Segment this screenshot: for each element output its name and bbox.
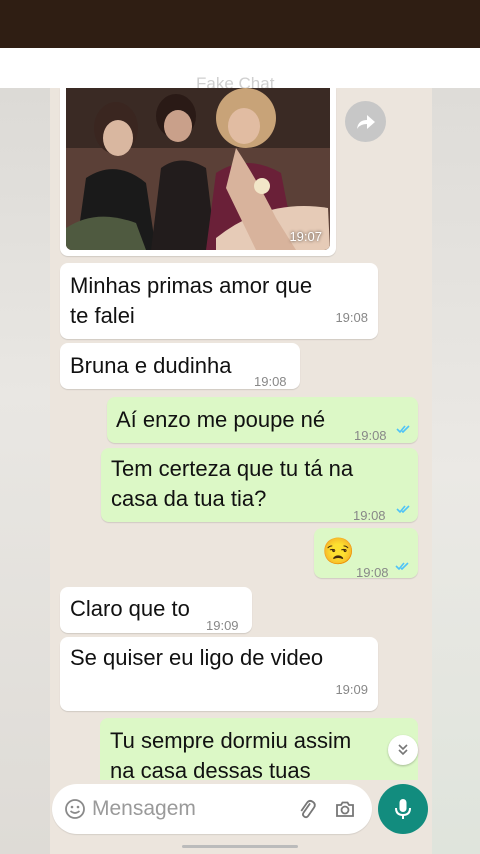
status-bar xyxy=(0,0,480,48)
message-text: Claro que to xyxy=(70,596,190,621)
forward-icon xyxy=(356,114,375,129)
message-time: 19:08 xyxy=(353,508,386,523)
message-outgoing[interactable]: Aí enzo me poupe né 19:08 xyxy=(107,397,418,443)
message-time: 19:09 xyxy=(335,682,368,697)
message-outgoing[interactable]: Tem certeza que tu tá na casa da tua tia… xyxy=(101,448,418,523)
message-outgoing[interactable]: Tu sempre dormiu assim na casa dessas tu… xyxy=(100,718,418,780)
message-incoming[interactable]: Se quiser eu ligo de video 19:09 xyxy=(60,637,378,711)
home-indicator xyxy=(182,845,298,848)
photo-illustration xyxy=(66,88,330,250)
camera-icon[interactable] xyxy=(334,798,356,820)
mic-icon xyxy=(395,799,411,819)
message-incoming[interactable]: Claro que to 19:09 xyxy=(60,587,252,633)
message-input[interactable]: Mensagem xyxy=(92,797,196,821)
background-left xyxy=(0,88,50,854)
paperclip-icon[interactable] xyxy=(296,798,318,820)
mic-button[interactable] xyxy=(378,784,428,834)
emoji-icon[interactable] xyxy=(64,798,86,820)
message-text: Minhas primas amor que te falei xyxy=(70,273,313,328)
message-text: Bruna e dudinha xyxy=(70,353,232,378)
background-right xyxy=(432,88,480,854)
photo[interactable]: 19:07 xyxy=(66,88,330,250)
image-message[interactable]: 19:07 xyxy=(60,88,336,256)
message-time: 19:08 xyxy=(335,310,368,325)
message-time: 19:08 xyxy=(356,565,389,580)
message-incoming[interactable]: Bruna e dudinha 19:08 xyxy=(60,343,300,389)
message-text: Tem certeza que tu tá na casa da tua tia… xyxy=(111,456,354,511)
message-outgoing[interactable]: 😒 19:08 xyxy=(314,528,418,580)
message-time: 19:08 xyxy=(354,428,387,443)
double-check-icon xyxy=(396,505,410,514)
message-text: Se quiser eu ligo de video xyxy=(70,645,324,670)
message-incoming[interactable]: Minhas primas amor que te falei 19:08 xyxy=(60,263,378,339)
double-check-icon xyxy=(395,562,409,571)
double-chevron-down-icon xyxy=(398,744,408,756)
message-input-bar: Mensagem xyxy=(52,784,372,834)
scroll-down-button[interactable] xyxy=(388,735,418,765)
message-emoji: 😒 xyxy=(322,536,355,566)
message-time: 19:08 xyxy=(254,374,287,389)
message-text: Tu sempre dormiu assim na casa dessas tu… xyxy=(110,728,352,780)
message-clip: Tu sempre dormiu assim na casa dessas tu… xyxy=(100,718,418,780)
double-check-icon xyxy=(396,425,410,434)
message-text: Aí enzo me poupe né xyxy=(116,407,326,432)
image-time: 19:07 xyxy=(289,229,322,244)
forward-button[interactable] xyxy=(345,101,386,142)
